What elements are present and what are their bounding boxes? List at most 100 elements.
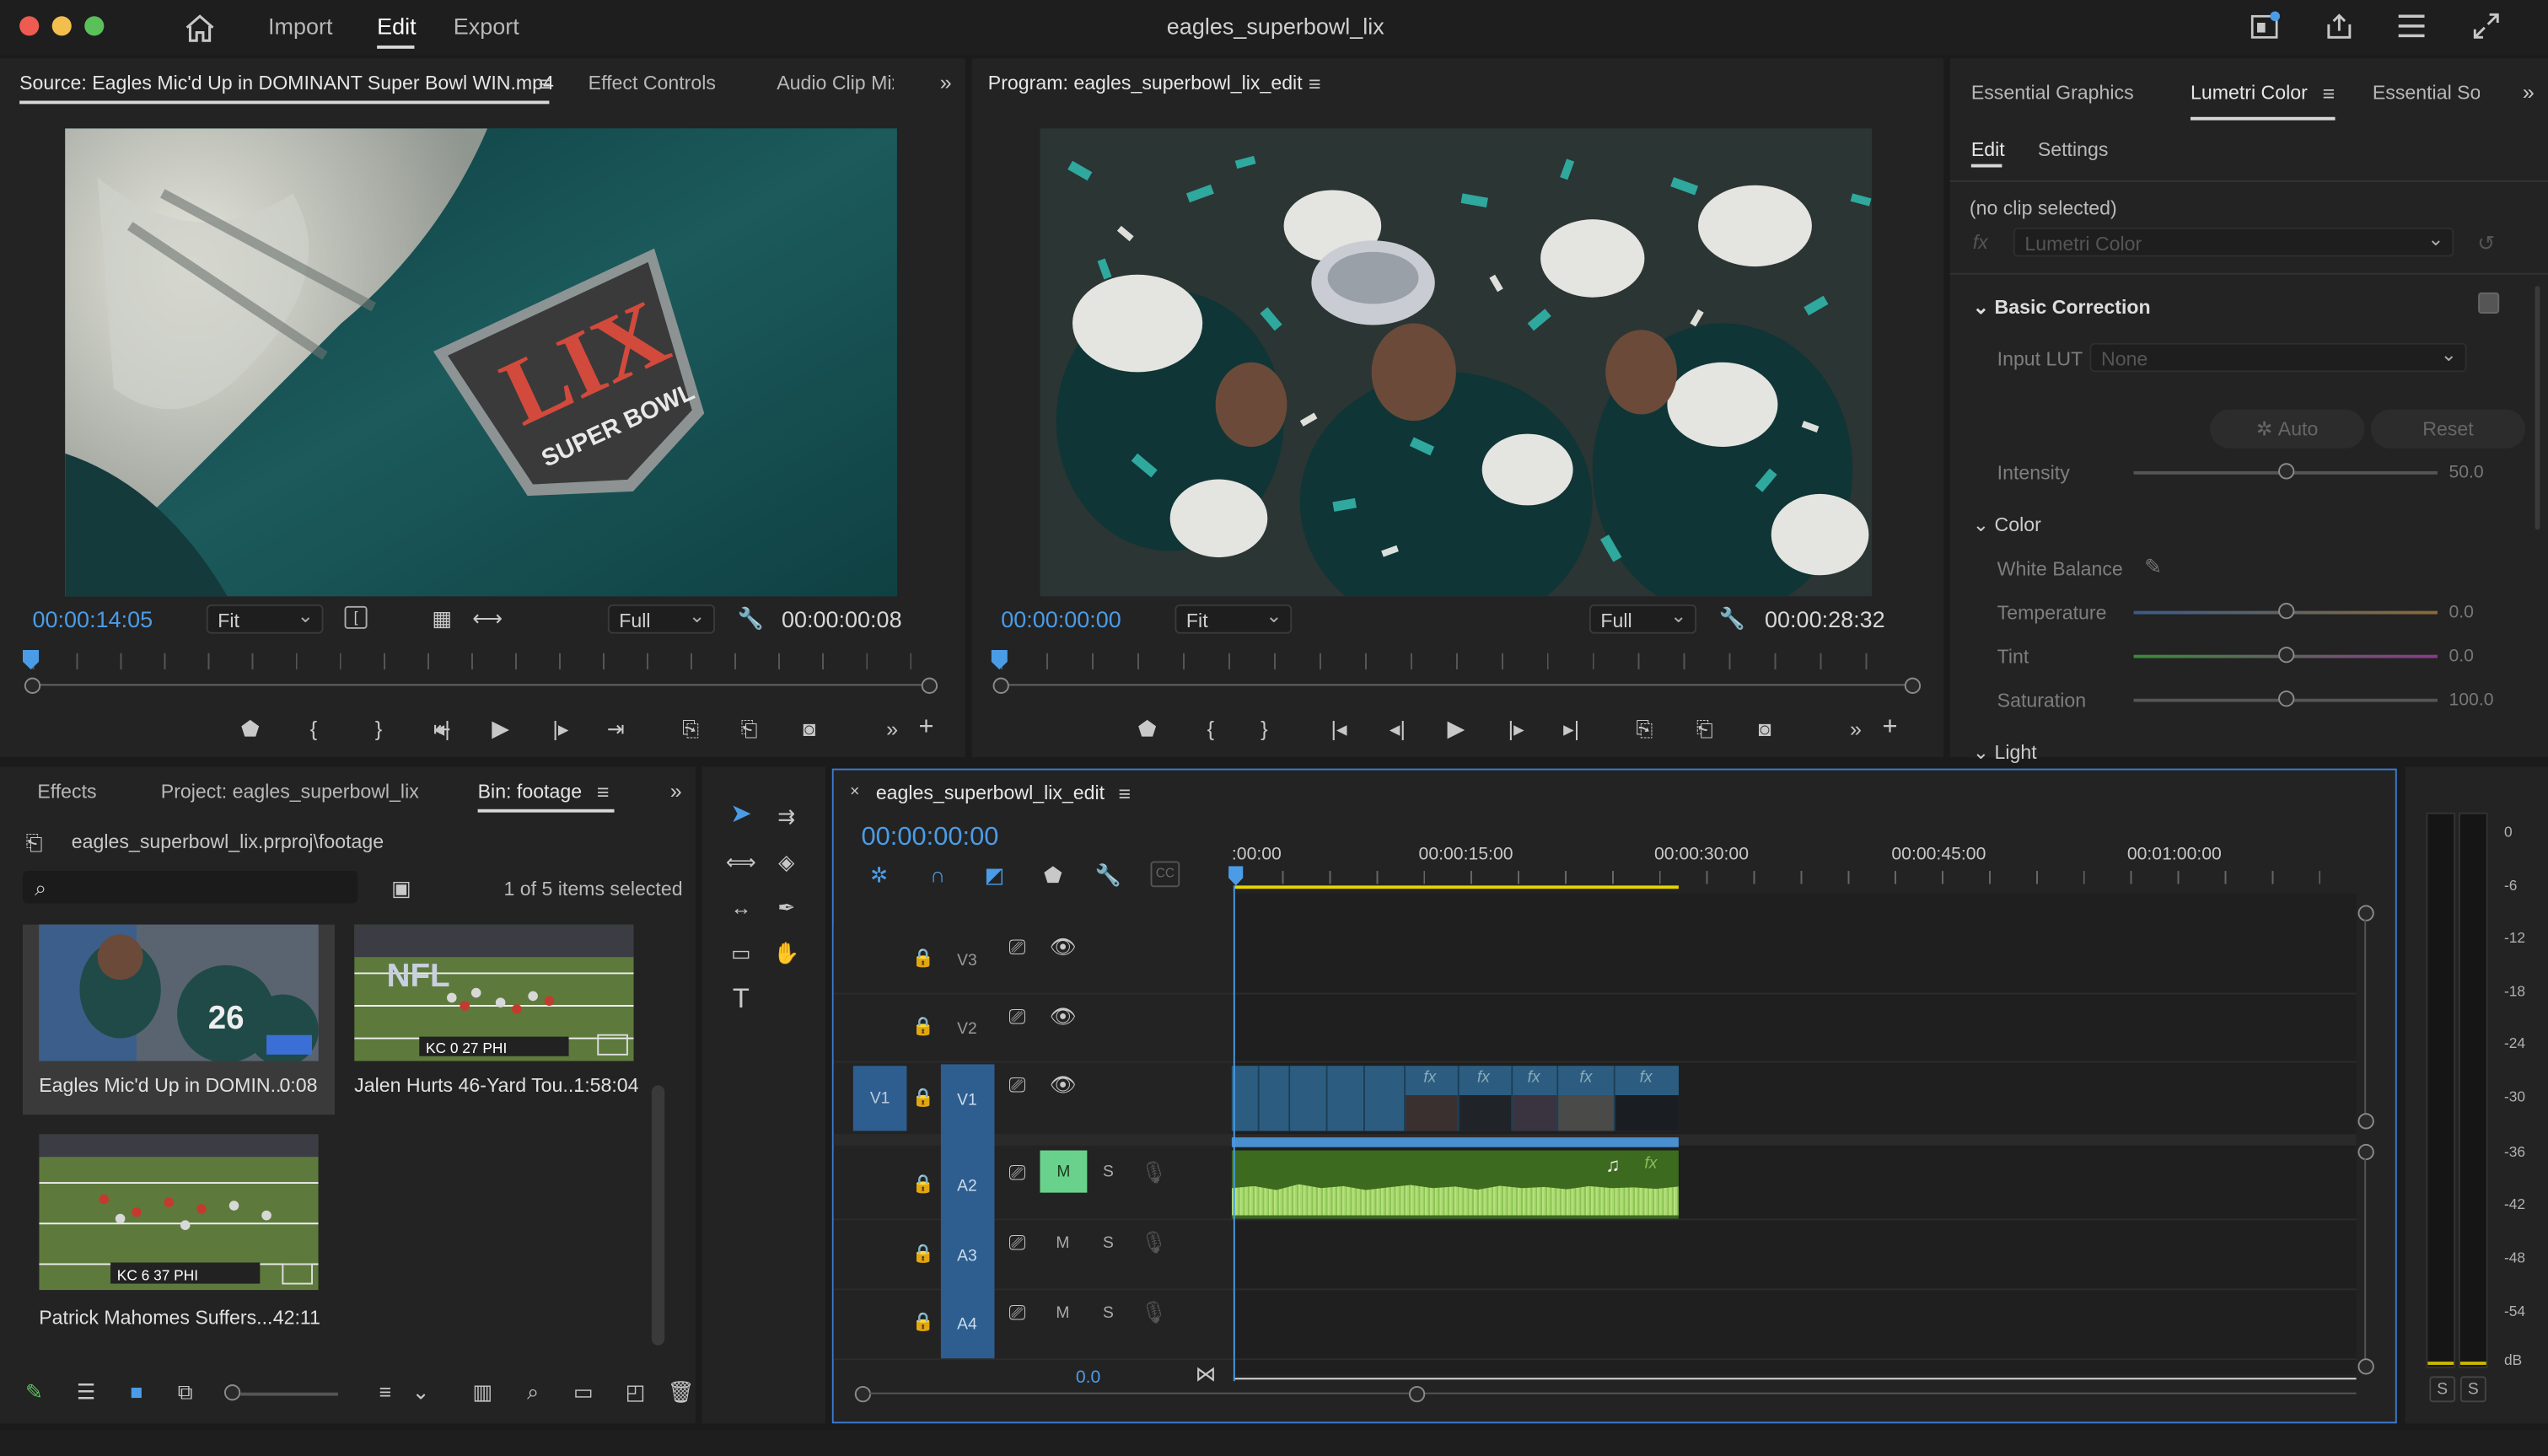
- slip-tool-icon[interactable]: ↔: [725, 890, 758, 923]
- program-export-frame-icon[interactable]: ◙: [1750, 715, 1780, 741]
- basic-correction-header[interactable]: ⌄ Basic Correction: [1973, 296, 2151, 319]
- new-item-icon[interactable]: ◰: [621, 1378, 650, 1404]
- color-section-header[interactable]: ⌄ Color: [1973, 513, 2041, 536]
- minimize-window-button[interactable]: [51, 16, 72, 36]
- sync-lock-a4-icon[interactable]: ⎚: [1004, 1300, 1030, 1323]
- lumetri-settings-subtab[interactable]: Settings: [2038, 138, 2109, 161]
- bin-search-input[interactable]: [22, 871, 358, 904]
- audio-clip-a2[interactable]: ♫ fx: [1231, 1150, 1679, 1219]
- timeline-timecode[interactable]: 00:00:00:00: [861, 824, 998, 853]
- lift-icon[interactable]: ⎘: [1630, 715, 1659, 741]
- extract-icon[interactable]: ⎗: [1690, 715, 1719, 741]
- program-play-button[interactable]: ▶: [1443, 715, 1469, 741]
- audio-scroll-bar[interactable]: [2364, 1158, 2367, 1361]
- temperature-value[interactable]: 0.0: [2449, 603, 2473, 622]
- sync-lock-v3-icon[interactable]: ⎚: [1004, 934, 1030, 957]
- program-time-ruler[interactable]: [1001, 653, 1911, 670]
- nest-toggle-icon[interactable]: ✲: [866, 861, 892, 887]
- intensity-value[interactable]: 50.0: [2449, 463, 2483, 482]
- input-lut-select[interactable]: None: [2089, 342, 2467, 373]
- export-frame-icon[interactable]: ◙: [794, 715, 824, 741]
- essential-sound-tab[interactable]: Essential Sou: [2373, 81, 2480, 104]
- source-button-editor-icon[interactable]: +: [915, 714, 938, 741]
- bin-scrollbar[interactable]: [651, 1085, 665, 1346]
- bin-item-1[interactable]: 26 Eagles Mic'd Up in DOMIN... 0:08: [22, 924, 336, 1115]
- new-bin-icon[interactable]: ▭: [569, 1378, 599, 1404]
- source-wrench-icon[interactable]: 🔧: [738, 604, 764, 631]
- eyedropper-icon[interactable]: ✎: [2140, 552, 2166, 578]
- add-marker-icon[interactable]: ⬟: [237, 715, 263, 741]
- rectangle-tool-icon[interactable]: ▭: [725, 936, 758, 969]
- sort-dropdown-icon[interactable]: ⌄: [410, 1378, 433, 1404]
- program-step-back-icon[interactable]: ◂|: [1384, 715, 1411, 741]
- effect-controls-tab[interactable]: Effect Controls: [589, 72, 716, 94]
- program-quality-select[interactable]: Full: [1588, 604, 1697, 634]
- fullscreen-icon[interactable]: [2470, 10, 2502, 43]
- insert-icon[interactable]: ⎘: [676, 715, 706, 741]
- pen-tool-icon[interactable]: ✒: [771, 890, 804, 923]
- lock-v2-icon[interactable]: 🔒: [911, 1016, 934, 1039]
- lock-v1-icon[interactable]: 🔒: [911, 1087, 934, 1109]
- right-more-tabs-icon[interactable]: »: [2515, 79, 2541, 102]
- program-panel-menu-icon[interactable]: ≡: [1304, 73, 1326, 94]
- program-zoom-left-handle[interactable]: [992, 677, 1009, 694]
- share-icon[interactable]: [2322, 10, 2355, 43]
- thumbnail-size-slider[interactable]: [240, 1392, 338, 1396]
- bin-up-icon[interactable]: ⎗: [19, 829, 49, 855]
- go-to-out-icon[interactable]: ⇥: [603, 715, 629, 741]
- program-zoom-bar[interactable]: [1001, 684, 1911, 686]
- selection-tool-icon[interactable]: ➤: [725, 799, 758, 832]
- timeline-add-marker-icon[interactable]: ⬟: [1040, 861, 1066, 887]
- timeline-zoom-bar[interactable]: [869, 1392, 2357, 1394]
- icon-view-icon[interactable]: ■: [122, 1378, 152, 1404]
- home-icon[interactable]: [182, 10, 218, 46]
- freeform-view-icon[interactable]: ⧉: [169, 1378, 202, 1404]
- audio-scroll-bottom-handle[interactable]: [2357, 1358, 2374, 1375]
- video-clip[interactable]: [1364, 1066, 1406, 1131]
- essential-graphics-tab[interactable]: Essential Graphics: [1971, 81, 2134, 104]
- mute-a4-button[interactable]: M: [1050, 1300, 1076, 1326]
- meter-solo-right-button[interactable]: S: [2459, 1376, 2486, 1403]
- workspaces-icon[interactable]: [2247, 11, 2281, 40]
- solo-a2-button[interactable]: S: [1095, 1158, 1121, 1185]
- sync-lock-v2-icon[interactable]: ⎚: [1004, 1004, 1030, 1027]
- source-zoom-bar[interactable]: [32, 684, 930, 686]
- lumetri-panel-menu-icon[interactable]: ≡: [2317, 82, 2340, 103]
- mark-in-icon[interactable]: {: [302, 715, 325, 741]
- lock-a4-icon[interactable]: 🔒: [911, 1311, 934, 1334]
- timeline-ruler-ticks[interactable]: [1234, 871, 2357, 884]
- saturation-value[interactable]: 100.0: [2449, 690, 2493, 710]
- mark-out-icon[interactable]: }: [368, 715, 390, 741]
- intensity-knob[interactable]: [2278, 463, 2295, 480]
- zoom-window-button[interactable]: [84, 16, 105, 36]
- video-clip-fx[interactable]: fx: [1406, 1066, 1459, 1131]
- video-clip-fx[interactable]: fx: [1558, 1066, 1615, 1131]
- step-back-icon[interactable]: ◂|: [429, 715, 455, 741]
- video-clip-fx[interactable]: fx: [1459, 1066, 1513, 1131]
- lumetri-scrollbar[interactable]: [2535, 286, 2540, 530]
- voiceover-a4-icon[interactable]: 🎙: [1140, 1298, 1167, 1324]
- program-mark-in-icon[interactable]: {: [1199, 715, 1222, 741]
- bin-footage-tab[interactable]: Bin: footage: [478, 780, 582, 803]
- timeline-settings-icon[interactable]: 🔧: [1095, 861, 1121, 887]
- project-tab[interactable]: Project: eagles_superbowl_lix: [161, 780, 419, 803]
- edit-tab[interactable]: Edit: [377, 13, 416, 39]
- program-button-editor-icon[interactable]: +: [1879, 714, 1901, 741]
- program-add-marker-icon[interactable]: ⬟: [1134, 715, 1160, 741]
- program-timecode[interactable]: 00:00:00:00: [1001, 606, 1121, 632]
- video-clip-fx[interactable]: fx: [1615, 1066, 1679, 1131]
- source-tab[interactable]: Source: Eagles Mic'd Up in DOMINANT Supe…: [19, 72, 554, 94]
- source-fit-select[interactable]: Fit: [206, 604, 324, 634]
- source-zoom-right-handle[interactable]: [921, 677, 938, 694]
- find-icon[interactable]: ⌕: [519, 1378, 548, 1404]
- project-more-tabs-icon[interactable]: »: [663, 778, 689, 801]
- menu-icon[interactable]: [2395, 10, 2428, 43]
- sequence-tab[interactable]: eagles_superbowl_lix_edit: [876, 782, 1105, 804]
- video-clip[interactable]: [1259, 1066, 1291, 1131]
- work-area-bar[interactable]: [1234, 885, 1679, 889]
- saturation-knob[interactable]: [2278, 690, 2295, 707]
- eye-v2-icon[interactable]: 👁: [1050, 1004, 1077, 1027]
- sequence-menu-icon[interactable]: ≡: [1113, 782, 1136, 803]
- sync-lock-v1-icon[interactable]: ⎚: [1004, 1072, 1030, 1095]
- eye-v1-icon[interactable]: 👁: [1050, 1072, 1077, 1095]
